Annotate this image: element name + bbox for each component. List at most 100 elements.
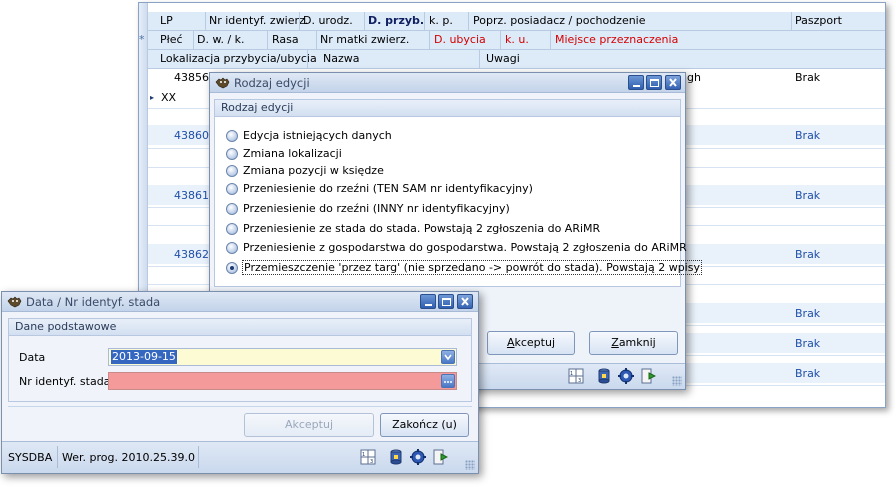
herd-label: Nr identyf. stada [19, 375, 111, 388]
option-label-0[interactable]: Edycja istniejących danych [243, 129, 392, 142]
col-paszport[interactable]: Paszport [795, 12, 842, 30]
basic-data-group-title: Dane podstawowe [15, 320, 117, 333]
option-label-7[interactable]: Przemieszczenie 'przez targ' (nie sprzed… [242, 260, 702, 275]
option-radio-2[interactable] [226, 165, 238, 177]
herd-field[interactable] [108, 372, 457, 390]
col-uwagi[interactable]: Uwagi [486, 50, 520, 68]
exit-icon[interactable] [432, 449, 448, 465]
exit-icon[interactable] [640, 368, 656, 384]
edit-type-group-title: Rodzaj edycji [221, 101, 294, 114]
accept-button[interactable]: Akceptuj [487, 331, 575, 355]
col-nr-matki[interactable]: Nr matki zwierz. [320, 31, 409, 49]
gear-icon[interactable] [618, 368, 634, 384]
option-radio-0[interactable] [226, 130, 238, 142]
option-radio-7-selected[interactable] [226, 262, 238, 274]
edit-type-titlebar[interactable]: Rodzaj edycji [210, 73, 685, 93]
close-hotkey: Z [611, 336, 619, 349]
svg-text:3: 3 [578, 378, 581, 384]
record-plec: XX [161, 91, 177, 104]
col-nazwa[interactable]: Nazwa [323, 50, 359, 68]
record-paszport: Brak [795, 129, 821, 142]
close-label-rest: amknij [618, 336, 656, 349]
option-label-5[interactable]: Przeniesienie ze stada do stada. Powstaj… [243, 222, 600, 235]
accept-label-rest: kceptuj [514, 336, 556, 349]
ellipsis-icon[interactable] [441, 374, 455, 388]
option-radio-4[interactable] [226, 203, 238, 215]
close-button[interactable]: Zamknij [589, 331, 678, 355]
record-paszport: Brak [795, 337, 821, 350]
date-value: 2013-09-15 [111, 350, 177, 364]
status-separator [198, 446, 199, 468]
status-version: Wer. prog. 2010.25.39.0 [62, 451, 195, 464]
finish-label: Zakończ (u) [392, 418, 457, 431]
basic-data-panel [8, 336, 472, 402]
col-k-u[interactable]: k. u. [505, 31, 529, 49]
col-d-w-k[interactable]: D. w. / k. [197, 31, 245, 49]
option-label-2[interactable]: Zmiana pozycji w księdze [243, 164, 384, 177]
accept-disabled-label: Akceptuj [284, 418, 334, 431]
calculator-icon[interactable]: 13 [360, 449, 376, 465]
option-radio-3[interactable] [226, 183, 238, 195]
date-field[interactable]: 2013-09-15 [108, 348, 457, 366]
col-miejsce-przeznaczenia[interactable]: Miejsce przeznaczenia [555, 31, 678, 49]
col-lokalizacja[interactable]: Lokalizacja przybycia/ubycia [160, 50, 317, 68]
accept-button-disabled[interactable]: Akceptuj [244, 413, 374, 437]
option-radio-6[interactable] [226, 242, 238, 254]
new-row-star-marker: * [139, 33, 145, 46]
app-icon [7, 296, 22, 308]
option-radio-5[interactable] [226, 223, 238, 235]
option-label-3[interactable]: Przeniesienie do rzeźni (TEN SAM nr iden… [243, 182, 533, 195]
svg-text:1: 1 [362, 452, 365, 458]
col-rasa[interactable]: Rasa [272, 31, 299, 49]
basic-data-group-header: Dane podstawowe [8, 318, 472, 336]
accept-hotkey: A [506, 336, 515, 349]
option-label-6[interactable]: Przeniesienie z gospodarstwa do gospodar… [243, 241, 687, 254]
close-icon[interactable] [665, 75, 681, 90]
calculator-icon[interactable]: 13 [568, 368, 584, 384]
col-d-ubycia[interactable]: D. ubycia [434, 31, 486, 49]
minimize-icon[interactable] [420, 294, 436, 309]
database-icon[interactable] [596, 368, 612, 384]
resize-grip[interactable] [465, 460, 475, 470]
grid-header-row-2: Płeć D. w. / k. Rasa Nr matki zwierz. D.… [148, 31, 885, 50]
svg-text:3: 3 [370, 459, 373, 465]
maximize-icon[interactable] [646, 75, 662, 90]
app-icon [215, 77, 230, 89]
option-label-4[interactable]: Przeniesienie do rzeźni (INNY nr identyf… [243, 202, 510, 215]
close-icon[interactable] [457, 294, 473, 309]
grid-header-row-1: LP Nr identyf. zwierz. D. urodz. D. przy… [148, 12, 885, 31]
col-plec[interactable]: Płeć [160, 31, 183, 49]
finish-button[interactable]: Zakończ (u) [380, 413, 469, 437]
date-herd-statusbar: SYSDBA Wer. prog. 2010.25.39.0 13 [2, 441, 478, 473]
record-lp: 43860 [174, 129, 209, 142]
col-lp[interactable]: LP [160, 12, 173, 30]
record-paszport: Brak [795, 307, 821, 320]
maximize-icon[interactable] [438, 294, 454, 309]
divider [8, 406, 472, 407]
col-d-urodz[interactable]: D. urodz. [303, 12, 353, 30]
date-herd-title: Data / Nr identyf. stada [26, 295, 161, 309]
col-k-p[interactable]: k. p. [429, 12, 453, 30]
record-paszport: Brak [795, 71, 821, 84]
minimize-icon[interactable] [628, 75, 644, 90]
record-lp: 43862 [174, 248, 209, 261]
col-nr-identyf-zwierz[interactable]: Nr identyf. zwierz. [209, 12, 308, 30]
record-paszport: Brak [795, 367, 821, 380]
dropdown-icon[interactable] [441, 350, 455, 364]
col-d-przyb[interactable]: D. przyb. [368, 12, 424, 30]
date-herd-dialog: Data / Nr identyf. stada Dane podstawowe… [1, 291, 479, 474]
date-label: Data [19, 351, 46, 364]
current-row-marker: ▸ [150, 93, 155, 102]
database-icon[interactable] [388, 449, 404, 465]
edit-type-title: Rodzaj edycji [234, 76, 310, 90]
option-label-1[interactable]: Zmiana lokalizacji [243, 147, 342, 160]
record-paszport: Brak [795, 189, 821, 202]
date-herd-titlebar[interactable]: Data / Nr identyf. stada [2, 292, 478, 312]
gear-icon[interactable] [410, 449, 426, 465]
resize-grip[interactable] [672, 376, 682, 386]
status-user: SYSDBA [8, 451, 53, 464]
col-poprz-posiadacz[interactable]: Poprz. posiadacz / pochodzenie [473, 12, 646, 30]
status-separator [57, 446, 58, 468]
option-radio-1[interactable] [226, 148, 238, 160]
record-paszport: Brak [795, 248, 821, 261]
